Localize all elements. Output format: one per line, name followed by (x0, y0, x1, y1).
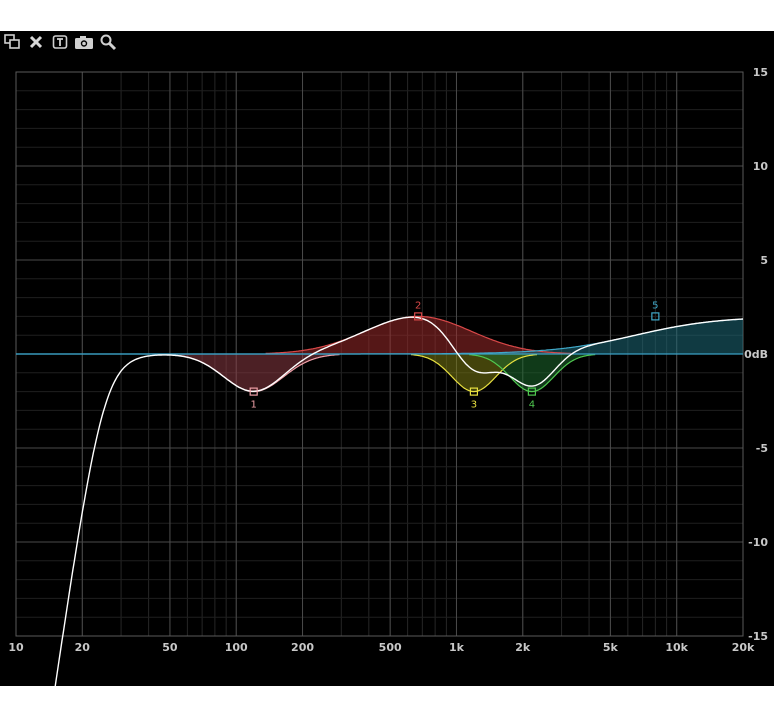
x-tick-label: 2k (515, 641, 531, 654)
x-tick-label: 5k (603, 641, 619, 654)
x-tick-label: 20 (75, 641, 91, 654)
y-tick-label: 10 (753, 160, 769, 173)
y-tick-label: -10 (748, 536, 768, 549)
x-tick-label: 100 (225, 641, 248, 654)
band-1-label: 1 (250, 400, 256, 411)
band-3-label: 3 (471, 400, 477, 411)
y-tick-label: 0dB (744, 348, 768, 361)
x-tick-label: 10 (8, 641, 24, 654)
band-5-label: 5 (652, 300, 658, 311)
y-tick-label: 5 (760, 254, 768, 267)
band-curves (16, 315, 744, 686)
x-tick-label: 500 (379, 641, 402, 654)
x-tick-label: 1k (449, 641, 465, 654)
band-4-label: 4 (529, 400, 535, 411)
y-tick-label: -15 (748, 630, 768, 643)
x-tick-label: 10k (665, 641, 688, 654)
x-tick-label: 200 (291, 641, 314, 654)
axis-labels: 10 20 50 100 200 500 1k 2k 5k 10k 20k151050dB-5-10… (8, 66, 768, 654)
y-tick-label: -5 (756, 442, 768, 455)
band-2-label: 2 (415, 300, 421, 311)
eq-chart: 123 45 10 20 50 100 200 500 1k 2k 5k 10k 20k151050d… (8, 66, 768, 686)
y-tick-label: 15 (753, 66, 768, 79)
eq-plot-window: 12345 10 20 50 100 200 500 1k 2k 5k 10k 20k 15 10 5 0d… (0, 31, 774, 686)
x-tick-label: 50 (162, 641, 178, 654)
